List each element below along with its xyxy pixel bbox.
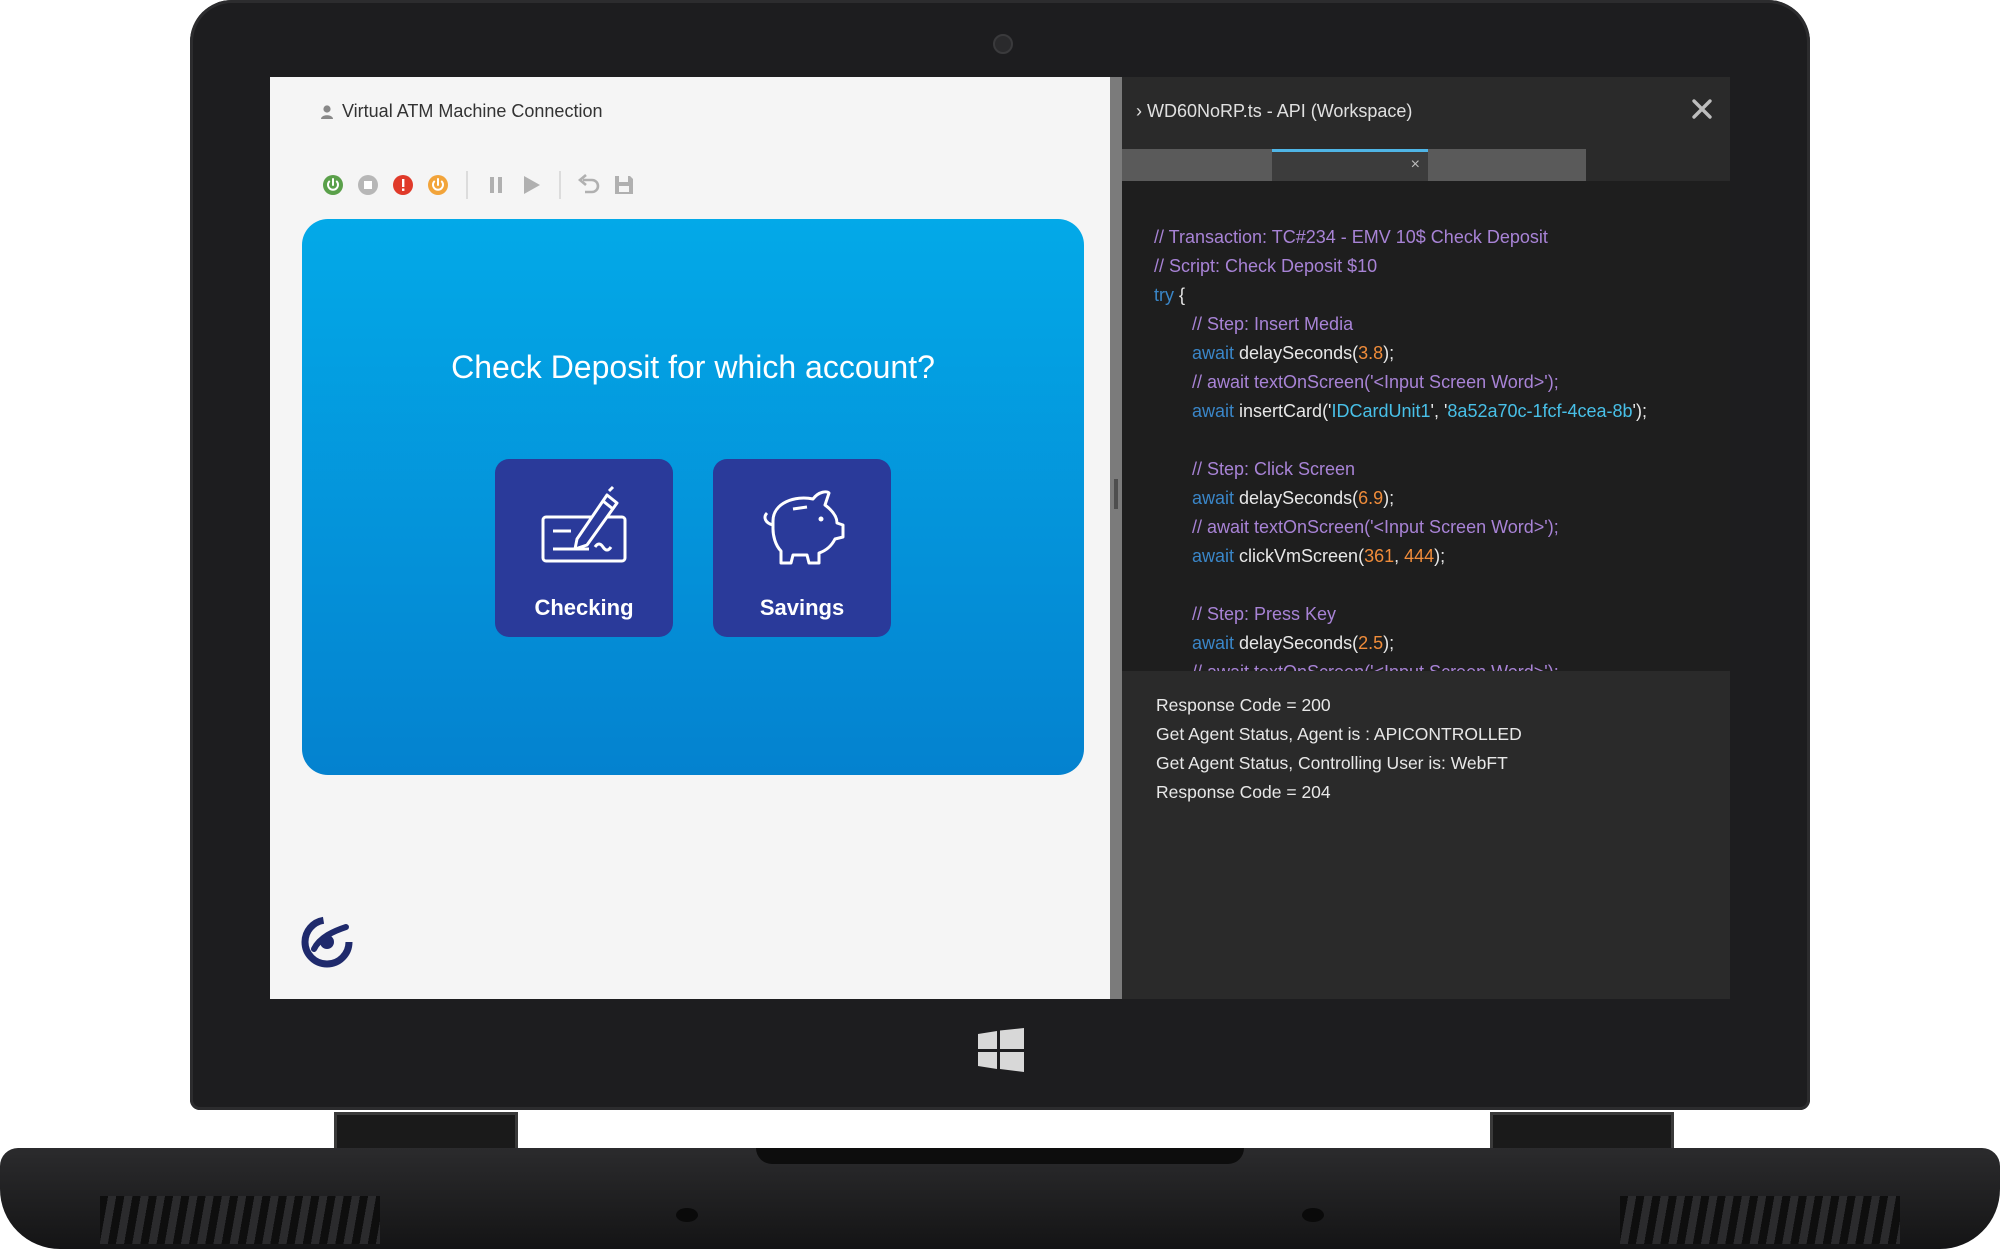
laptop-foot (1302, 1208, 1324, 1222)
splitter-grip[interactable] (1114, 479, 1118, 509)
code-token: delaySeconds( (1234, 343, 1359, 363)
atm-screen: Check Deposit for which account? Checkin… (302, 219, 1084, 775)
stop-icon[interactable] (355, 172, 381, 198)
code-token: delaySeconds( (1234, 488, 1359, 508)
code-line: await delaySeconds(6.9); (1192, 488, 1394, 509)
code-line: await clickVmScreen(361, 444); (1192, 546, 1445, 567)
tab-close-icon[interactable]: × (1411, 156, 1420, 174)
play-icon[interactable] (518, 172, 544, 198)
code-token: '); (1632, 401, 1647, 421)
save-icon[interactable] (611, 172, 637, 198)
code-line: try { (1154, 285, 1185, 306)
code-token: { (1174, 285, 1186, 305)
code-token: ); (1383, 343, 1395, 363)
windows-logo-icon (978, 1028, 1024, 1072)
user-icon (321, 104, 333, 119)
code-line: // await textOnScreen('<Input Screen Wor… (1192, 517, 1559, 538)
editor-tab-active[interactable]: × (1272, 149, 1428, 181)
code-line: await insertCard('IDCardUnit1', '8a52a70… (1192, 401, 1647, 422)
code-token: 444 (1404, 546, 1435, 566)
webcam (993, 34, 1013, 54)
power-off-icon[interactable] (425, 172, 451, 198)
code-token: 2.5 (1358, 633, 1384, 653)
brand-logo-icon (301, 916, 353, 968)
laptop-foot (676, 1208, 698, 1222)
output-line: Response Code = 200 (1156, 695, 1331, 715)
check-icon (541, 485, 627, 563)
atm-prompt: Check Deposit for which account? (451, 349, 935, 385)
output-line: Get Agent Status, Controlling User is: W… (1156, 753, 1508, 773)
output-line: Response Code = 204 (1156, 782, 1331, 802)
speaker-grille (1620, 1196, 1900, 1244)
code-line: // Step: Insert Media (1192, 314, 1353, 335)
code-token: 361 (1364, 546, 1395, 566)
code-token: // Step: Click Screen (1192, 459, 1356, 479)
error-icon[interactable] (390, 172, 416, 198)
pane-splitter[interactable] (1110, 77, 1122, 999)
editor-tab[interactable] (1428, 149, 1586, 181)
checking-label: Checking (534, 595, 634, 620)
code-line: // Script: Check Deposit $10 (1154, 256, 1377, 277)
code-token: // Step: Insert Media (1192, 314, 1354, 334)
speaker-grille (100, 1196, 380, 1244)
editor-tab-strip: × (1122, 149, 1586, 181)
code-token: ); (1383, 488, 1395, 508)
savings-account-button[interactable]: Savings (713, 459, 891, 637)
code-token: // await textOnScreen('<Input Screen Wor… (1192, 517, 1559, 537)
vm-window-title-text: Virtual ATM Machine Connection (342, 101, 603, 121)
laptop-lip (756, 1148, 1244, 1164)
code-token: , (1394, 546, 1405, 566)
code-line: await delaySeconds(2.5); (1192, 633, 1394, 654)
toolbar-separator (559, 171, 561, 199)
editor-pane: › WD60NoRP.ts - API (Workspace) × // Tra… (1122, 77, 1730, 999)
code-token: // Transaction: TC#234 - EMV 10$ Check D… (1154, 227, 1548, 247)
vm-window-title: Virtual ATM Machine Connection (320, 101, 602, 122)
code-token: clickVmScreen( (1234, 546, 1365, 566)
code-token: await (1192, 633, 1235, 653)
code-token: // await textOnScreen('<Input Screen Wor… (1192, 372, 1559, 392)
editor-tab[interactable] (1122, 149, 1272, 181)
code-token: // Step: Press Key (1192, 604, 1337, 624)
code-token: await (1192, 343, 1235, 363)
code-token: delaySeconds( (1234, 633, 1359, 653)
code-token: await (1192, 401, 1235, 421)
code-token: ); (1434, 546, 1446, 566)
editor-title: › WD60NoRP.ts - API (Workspace) (1136, 101, 1413, 121)
code-token: await (1192, 488, 1235, 508)
code-token: 3.8 (1358, 343, 1384, 363)
output-panel: Response Code = 200 Get Agent Status, Age… (1122, 671, 1730, 999)
laptop-screen: Virtual ATM Machine Connection Check Dep… (270, 77, 1730, 999)
undo-icon[interactable] (576, 172, 602, 198)
code-token: insertCard(' (1234, 401, 1332, 421)
code-token: ', ' (1430, 401, 1448, 421)
close-icon[interactable] (1688, 95, 1716, 123)
piggy-bank-icon (763, 490, 845, 565)
output-line: Get Agent Status, Agent is : APICONTROLL… (1156, 724, 1522, 744)
code-token: try (1154, 285, 1174, 305)
vm-connection-pane: Virtual ATM Machine Connection Check Dep… (270, 77, 1110, 999)
power-on-icon[interactable] (320, 172, 346, 198)
vm-toolbar (320, 171, 637, 199)
code-token: ); (1383, 633, 1395, 653)
code-token: 8a52a70c-1fcf-4cea-8b (1447, 401, 1633, 421)
code-editor[interactable]: // Transaction: TC#234 - EMV 10$ Check D… (1122, 181, 1730, 711)
toolbar-separator (466, 171, 468, 199)
code-token: IDCardUnit1 (1331, 401, 1431, 421)
code-line: await delaySeconds(3.8); (1192, 343, 1394, 364)
code-line: // await textOnScreen('<Input Screen Wor… (1192, 372, 1559, 393)
checking-account-button[interactable]: Checking (495, 459, 673, 637)
code-token: await (1192, 546, 1235, 566)
code-line: // Step: Click Screen (1192, 459, 1355, 480)
pause-icon[interactable] (483, 172, 509, 198)
code-token: // Script: Check Deposit $10 (1154, 256, 1378, 276)
code-token: 6.9 (1358, 488, 1384, 508)
code-line: // Step: Press Key (1192, 604, 1336, 625)
savings-label: Savings (759, 595, 845, 620)
code-line: // Transaction: TC#234 - EMV 10$ Check D… (1154, 227, 1548, 248)
